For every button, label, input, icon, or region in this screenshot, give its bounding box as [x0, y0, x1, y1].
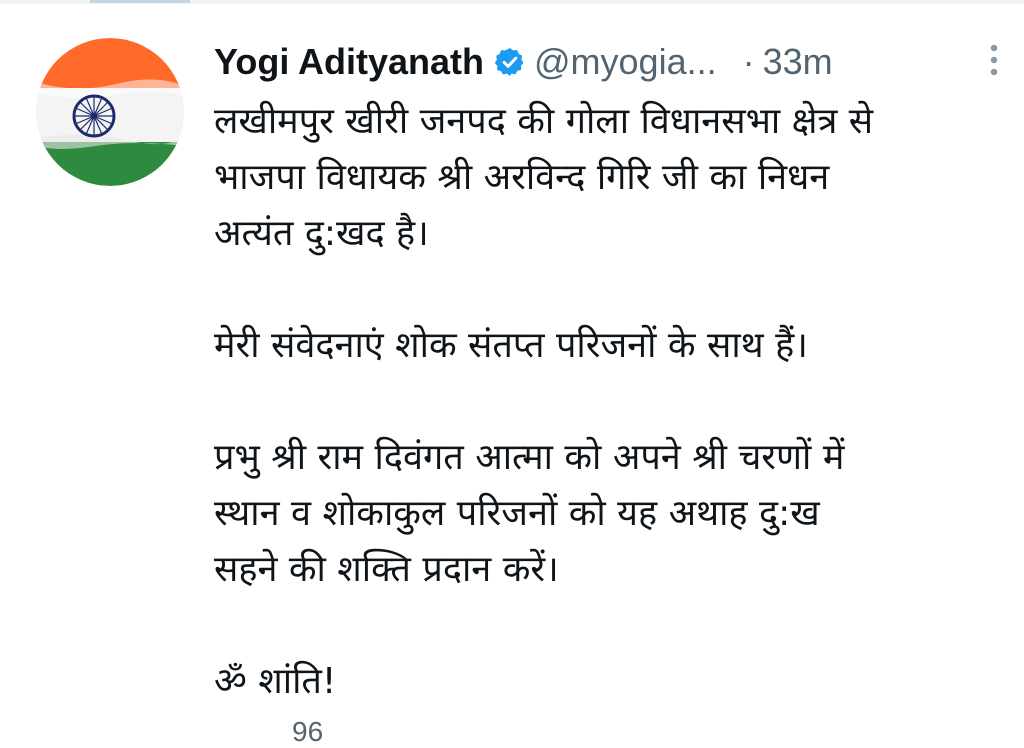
- tweet-line: स्थान व शोकाकुल परिजनों को यह अथाह दु:ख: [214, 493, 820, 534]
- tweet-paragraph-1: लखीमपुर खीरी जनपद की गोला विधानसभा क्षेत…: [214, 94, 1004, 262]
- tweet-timestamp[interactable]: 33m: [763, 41, 833, 83]
- tweet-paragraph-3: प्रभु श्री राम दिवंगत आत्मा को अपने श्री…: [214, 430, 1004, 598]
- separator-dot: ·: [742, 41, 755, 82]
- tweet-paragraph-4: ॐ शांति!: [214, 654, 1004, 710]
- top-tab-indicator: [90, 0, 190, 3]
- tweet-line: लखीमपुर खीरी जनपद की गोला विधानसभा क्षेत…: [214, 101, 874, 142]
- more-vertical-icon[interactable]: [984, 40, 1004, 80]
- tweet-line: ॐ शांति!: [214, 661, 337, 702]
- tweet-line: प्रभु श्री राम दिवंगत आत्मा को अपने श्री…: [214, 437, 845, 478]
- tweet-line: भाजपा विधायक श्री अरविन्द गिरि जी का निध…: [214, 157, 830, 198]
- tweet-line: अत्यंत दु:खद है।: [214, 213, 429, 254]
- indian-flag-avatar-icon: [36, 38, 184, 186]
- avatar[interactable]: [36, 38, 184, 186]
- tweet-header: Yogi Adityanath @myogia... · 33m: [214, 34, 1004, 90]
- tweet-paragraph-2: मेरी संवेदनाएं शोक संतप्त परिजनों के साथ…: [214, 318, 1004, 374]
- author-handle[interactable]: @myogia...: [534, 41, 717, 83]
- author-name[interactable]: Yogi Adityanath: [214, 41, 484, 83]
- tweet-line: सहने की शक्ति प्रदान करें।: [214, 549, 559, 590]
- tweet-text: लखीमपुर खीरी जनपद की गोला विधानसभा क्षेत…: [214, 94, 1004, 710]
- engagement-count[interactable]: 96: [292, 716, 323, 748]
- tweet-line: मेरी संवेदनाएं शोक संतप्त परिजनों के साथ…: [214, 325, 808, 366]
- verified-badge-icon: [494, 46, 526, 78]
